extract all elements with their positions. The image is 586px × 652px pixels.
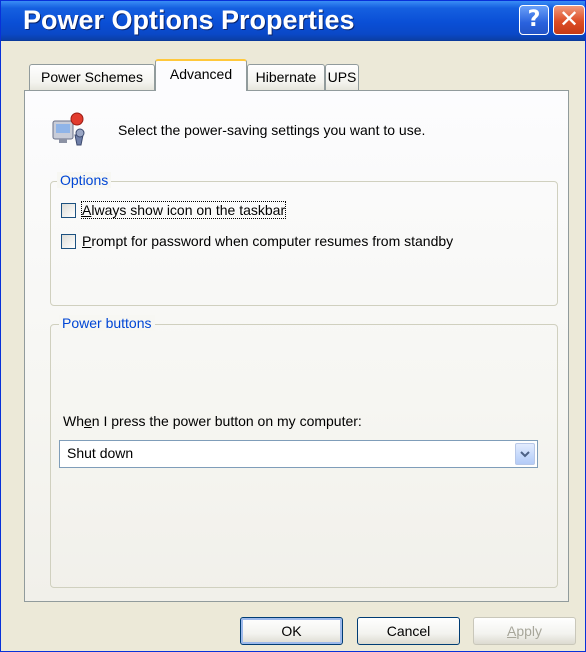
power-options-icon bbox=[47, 109, 91, 151]
options-group-legend: Options bbox=[57, 172, 112, 188]
help-button[interactable]: ? bbox=[519, 5, 549, 35]
always-show-icon-checkbox[interactable] bbox=[61, 202, 76, 218]
power-button-action-dropdown[interactable]: Shut down bbox=[59, 440, 538, 468]
close-button[interactable]: ✕ bbox=[553, 5, 585, 35]
tab-power-schemes[interactable]: Power Schemes bbox=[29, 64, 155, 90]
tab-advanced[interactable]: Advanced bbox=[155, 59, 247, 91]
dropdown-arrow-button[interactable] bbox=[515, 443, 535, 465]
prompt-password-checkbox-row[interactable]: Prompt for password when computer resume… bbox=[61, 233, 453, 249]
cancel-button[interactable]: Cancel bbox=[357, 617, 460, 645]
close-icon: ✕ bbox=[558, 5, 580, 33]
intro-text: Select the power-saving settings you wan… bbox=[118, 122, 426, 138]
power-buttons-group-legend: Power buttons bbox=[59, 315, 155, 331]
always-show-icon-checkbox-row[interactable]: Always show icon on the taskbar bbox=[61, 201, 287, 219]
power-button-action-value: Shut down bbox=[67, 445, 134, 461]
tab-hibernate[interactable]: Hibernate bbox=[247, 64, 325, 90]
window-title: Power Options Properties bbox=[23, 5, 355, 35]
prompt-password-checkbox[interactable] bbox=[61, 233, 76, 249]
tab-ups[interactable]: UPS bbox=[325, 64, 359, 90]
title-bar[interactable]: Power Options Properties ? ✕ bbox=[1, 1, 585, 41]
always-show-icon-label[interactable]: Always show icon on the taskbar bbox=[80, 201, 287, 219]
apply-button[interactable]: Apply bbox=[473, 617, 576, 645]
question-mark-icon: ? bbox=[527, 7, 541, 32]
ok-button[interactable]: OK bbox=[240, 617, 343, 645]
power-button-action-label: When I press the power button on my comp… bbox=[63, 413, 362, 429]
prompt-password-label[interactable]: Prompt for password when computer resume… bbox=[82, 233, 453, 249]
power-options-dialog: Power Options Properties ? ✕ Power Schem… bbox=[0, 0, 586, 652]
chevron-down-icon bbox=[520, 451, 530, 458]
